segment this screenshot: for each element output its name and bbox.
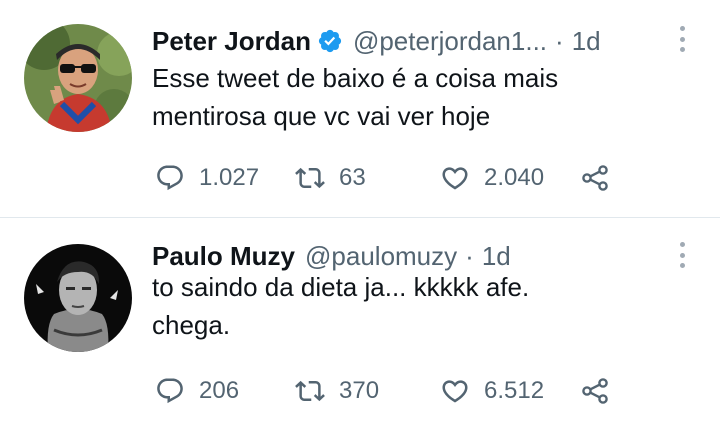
reply-count: 206 [199, 377, 240, 404]
handle[interactable]: @peterjordan1... [353, 26, 547, 57]
like-icon [442, 167, 468, 190]
like-count: 6.512 [484, 377, 545, 404]
retweet-count: 370 [339, 377, 380, 404]
tweet-paulo-muzy[interactable]: Paulo Muzy @paulomuzy · 1d to saindo da … [0, 218, 720, 428]
share-button[interactable] [580, 160, 610, 196]
more-icon[interactable] [678, 242, 686, 268]
display-name[interactable]: Paulo Muzy [152, 241, 295, 272]
tweet-text-line: mentirosa que vc vai ver hoje [152, 101, 491, 131]
verified-badge-icon [318, 29, 342, 53]
handle[interactable]: @paulomuzy [305, 241, 457, 272]
tweet-text: to saindo da dieta ja... kkkkk afe. cheg… [152, 268, 680, 344]
retweet-count: 63 [339, 164, 366, 191]
reply-button[interactable]: 206 [155, 373, 239, 409]
share-icon [582, 378, 608, 404]
avatar[interactable] [24, 24, 132, 132]
tweet-peter-jordan[interactable]: Peter Jordan @peterjordan1... · 1d Esse … [0, 0, 720, 217]
retweet-icon [295, 167, 325, 189]
like-button[interactable]: 2.040 [440, 160, 544, 196]
reply-icon [157, 378, 183, 404]
tweet-text: Esse tweet de baixo é a coisa mais menti… [152, 59, 680, 135]
share-button[interactable] [580, 373, 610, 409]
avatar[interactable] [24, 244, 132, 352]
tweet-text-line: Esse tweet de baixo é a coisa mais [152, 63, 559, 93]
display-name[interactable]: Peter Jordan [152, 26, 311, 57]
separator-dot: · [555, 25, 564, 56]
reply-icon [157, 165, 183, 191]
like-count: 2.040 [484, 164, 545, 191]
like-button[interactable]: 6.512 [440, 373, 544, 409]
reply-count: 1.027 [199, 164, 260, 191]
retweet-icon [295, 380, 325, 402]
tweet-text-line: to saindo da dieta ja... kkkkk afe. [152, 272, 530, 302]
like-icon [442, 380, 468, 403]
timestamp[interactable]: 1d [482, 241, 511, 272]
share-icon [582, 165, 608, 191]
retweet-button[interactable]: 370 [295, 373, 379, 409]
tweet-header: Peter Jordan @peterjordan1... · 1d [152, 24, 680, 58]
action-bar: 1.027 63 2.040 [155, 160, 625, 196]
tweet-text-line: chega. [152, 310, 231, 340]
more-icon[interactable] [678, 26, 686, 52]
timestamp[interactable]: 1d [572, 26, 601, 57]
separator-dot: · [465, 240, 474, 271]
action-bar: 206 370 6.512 [155, 373, 625, 409]
retweet-button[interactable]: 63 [295, 160, 366, 196]
reply-button[interactable]: 1.027 [155, 160, 259, 196]
